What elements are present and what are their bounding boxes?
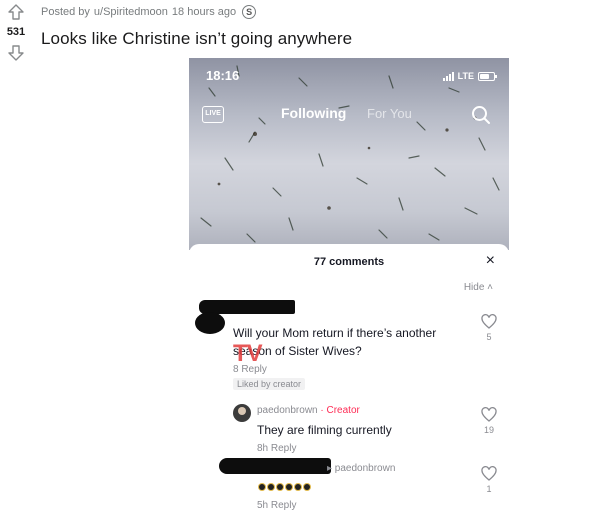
- redacted-avatar: [195, 312, 225, 334]
- like-count: 1: [486, 484, 492, 494]
- username-text[interactable]: paedonbrown: [257, 405, 318, 416]
- comment-text: Will your Mom return if there’s another: [233, 326, 437, 340]
- signal-icon: [442, 71, 454, 81]
- comment-meta-reply[interactable]: 8 Reply: [233, 364, 267, 375]
- like-count: 5: [486, 332, 492, 342]
- tab-following[interactable]: Following: [281, 105, 346, 121]
- downvote-icon[interactable]: [7, 44, 25, 62]
- reply-to-label[interactable]: ▸ paedonbrown: [327, 463, 395, 474]
- carrier-label: LTE: [457, 71, 474, 81]
- post-author-link[interactable]: u/Spiritedmoon: [94, 6, 168, 18]
- post-meta: Posted by u/Spiritedmoon 18 hours ago S: [41, 5, 257, 19]
- status-bar: 18:16 LTE: [189, 68, 509, 88]
- creator-label: · Creator: [320, 405, 360, 416]
- hide-comments-link[interactable]: Hide ˄: [464, 282, 493, 293]
- posted-by-label: Posted by: [41, 6, 90, 18]
- liked-by-creator-badge: Liked by creator: [233, 378, 306, 390]
- close-icon[interactable]: ×: [486, 252, 495, 270]
- like-count: 19: [483, 425, 494, 435]
- heart-icon[interactable]: [481, 407, 497, 422]
- post-time[interactable]: 18 hours ago: [172, 6, 236, 18]
- search-icon[interactable]: [470, 104, 492, 126]
- status-time: 18:16: [206, 68, 240, 83]
- post-title[interactable]: Looks like Christine isn’t going anywher…: [41, 29, 352, 49]
- upvote-icon[interactable]: [7, 3, 25, 21]
- vote-score: 531: [6, 26, 26, 38]
- comment-text: They are filming currently: [257, 423, 392, 437]
- vote-column: 531: [0, 0, 32, 70]
- comments-count-title: 77 comments: [313, 256, 385, 268]
- post-image[interactable]: 18:16 LTE LIVE Following For You 77 comm…: [189, 58, 509, 517]
- comment-meta-reply[interactable]: 5h Reply: [257, 500, 296, 511]
- comment-meta-reply[interactable]: 8h Reply: [257, 443, 296, 454]
- tab-for-you[interactable]: For You: [367, 106, 412, 121]
- award-icon[interactable]: S: [242, 5, 257, 19]
- tiktok-top-nav: LIVE Following For You: [189, 102, 509, 128]
- emoji-comment: [259, 484, 310, 490]
- status-indicators: LTE: [442, 71, 497, 81]
- heart-icon[interactable]: [481, 314, 497, 329]
- heart-icon[interactable]: [481, 466, 497, 481]
- live-icon[interactable]: LIVE: [202, 106, 224, 123]
- avatar[interactable]: [233, 404, 251, 422]
- battery-icon: [478, 71, 497, 81]
- redacted-username: [219, 458, 331, 474]
- comments-sheet: 77 comments × Hide ˄ Will your Mom retur…: [189, 244, 509, 517]
- comment-username[interactable]: paedonbrown · Creator: [257, 405, 360, 416]
